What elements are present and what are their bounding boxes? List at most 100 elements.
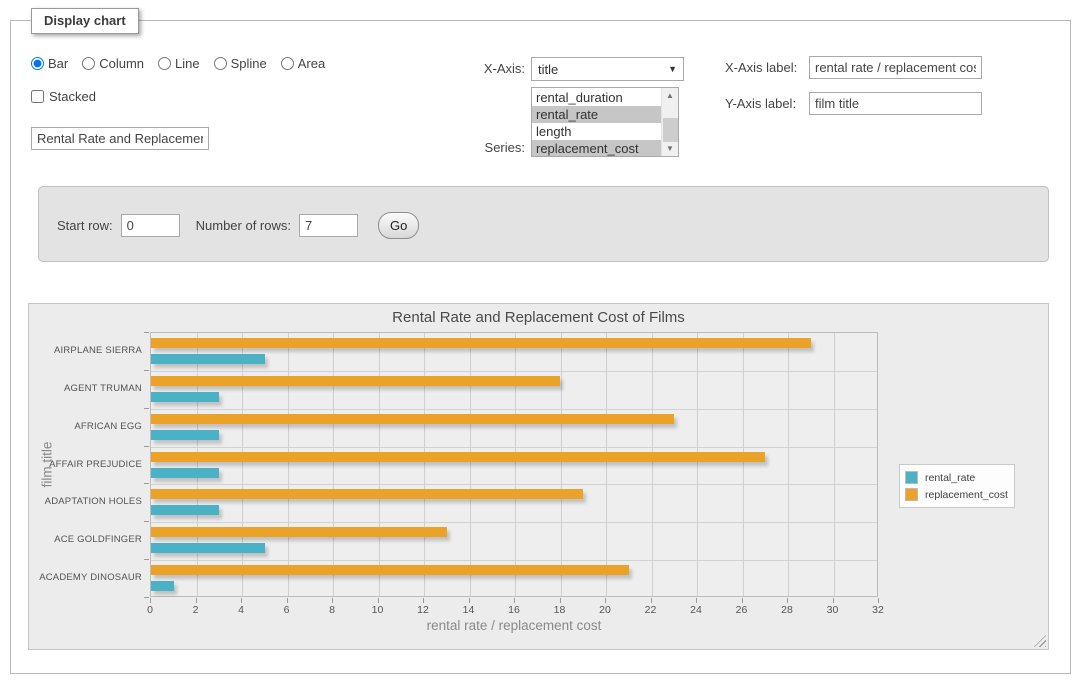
- y-axis-label-field-label: Y-Axis label:: [725, 96, 796, 111]
- grid-line-vertical: [333, 333, 334, 596]
- x-axis-tick: [605, 598, 606, 603]
- x-axis-tick-label: 14: [454, 604, 484, 616]
- row-range-form: Start row: Number of rows: Go: [57, 212, 419, 239]
- chart-bar-rental_rate: [151, 505, 219, 515]
- category-label: AFFAIR PREJUDICE: [30, 459, 142, 470]
- y-axis-tick: [144, 521, 149, 522]
- grid-line-vertical: [424, 333, 425, 596]
- legend-swatch-replacement_cost: [905, 488, 918, 501]
- grid-line-horizontal: [151, 522, 877, 523]
- x-axis-select-label: X-Axis:: [451, 61, 525, 76]
- legend-swatch-rental_rate: [905, 471, 918, 484]
- chart-type-label: Line: [175, 56, 200, 71]
- chart-type-option-column[interactable]: Column: [82, 56, 144, 71]
- scroll-down-icon[interactable]: ▼: [662, 141, 678, 156]
- y-axis-tick: [144, 408, 149, 409]
- start-row-input[interactable]: [121, 214, 180, 237]
- x-axis-label-field-label: X-Axis label:: [725, 60, 797, 75]
- grid-line-vertical: [379, 333, 380, 596]
- y-axis-label-input[interactable]: [809, 92, 982, 115]
- x-axis-label-input[interactable]: [809, 56, 982, 79]
- chart-bar-rental_rate: [151, 354, 265, 364]
- series-option-rental_duration[interactable]: rental_duration: [532, 89, 661, 106]
- chart-type-option-area[interactable]: Area: [281, 56, 325, 71]
- series-options: rental_durationrental_ratelengthreplacem…: [532, 88, 661, 156]
- grid-line-horizontal: [151, 447, 877, 448]
- chart-type-radio-spline[interactable]: [214, 57, 227, 70]
- series-option-replacement_cost[interactable]: replacement_cost: [532, 140, 661, 156]
- chart-bar-rental_rate: [151, 430, 219, 440]
- chart-type-label: Area: [298, 56, 325, 71]
- grid-line-horizontal: [151, 409, 877, 410]
- grid-line-vertical: [197, 333, 198, 596]
- fieldset-legend: Display chart: [31, 8, 139, 34]
- x-axis-tick: [332, 598, 333, 603]
- start-row-label: Start row:: [57, 218, 113, 233]
- stacked-checkbox[interactable]: [31, 90, 44, 103]
- category-label: ACADEMY DINOSAUR: [30, 572, 142, 583]
- chart-type-label: Spline: [231, 56, 267, 71]
- chart-type-radio-line[interactable]: [158, 57, 171, 70]
- series-multiselect[interactable]: rental_durationrental_ratelengthreplacem…: [531, 87, 679, 157]
- chart-plot-area: [150, 332, 878, 597]
- category-label: ACE GOLDFINGER: [30, 534, 142, 545]
- chart-type-option-line[interactable]: Line: [158, 56, 200, 71]
- x-axis-tick-label: 0: [135, 604, 165, 616]
- x-axis-tick: [241, 598, 242, 603]
- x-axis-tick-label: 8: [317, 604, 347, 616]
- x-axis-tick: [833, 598, 834, 603]
- chart-bar-replacement_cost: [151, 414, 674, 424]
- x-axis-tick-label: 18: [545, 604, 575, 616]
- x-axis-tick-label: 16: [499, 604, 529, 616]
- scrollbar-thumb[interactable]: [663, 118, 678, 142]
- grid-line-vertical: [288, 333, 289, 596]
- chart-bar-rental_rate: [151, 392, 219, 402]
- x-axis-selected-value: title: [538, 62, 668, 77]
- chart-bar-rental_rate: [151, 468, 219, 478]
- x-axis-tick-label: 24: [681, 604, 711, 616]
- chart-type-radio-group: Bar Column Line Spline Area: [31, 56, 333, 71]
- chart-title: Rental Rate and Replacement Cost of Film…: [29, 309, 1048, 326]
- grid-line-vertical: [743, 333, 744, 596]
- grid-line-vertical: [697, 333, 698, 596]
- grid-line-horizontal: [151, 484, 877, 485]
- resize-handle-icon[interactable]: [1034, 635, 1046, 647]
- x-axis-tick: [469, 598, 470, 603]
- x-axis-tick-label: 32: [863, 604, 893, 616]
- grid-line-vertical: [470, 333, 471, 596]
- num-rows-input[interactable]: [299, 214, 358, 237]
- chart-type-radio-bar[interactable]: [31, 57, 44, 70]
- y-axis-tick: [144, 370, 149, 371]
- x-axis-tick: [287, 598, 288, 603]
- y-axis-tick: [144, 559, 149, 560]
- grid-line-vertical: [561, 333, 562, 596]
- chart-bar-replacement_cost: [151, 527, 447, 537]
- go-button[interactable]: Go: [378, 212, 419, 239]
- x-axis-tick-label: 22: [636, 604, 666, 616]
- x-axis-title: rental rate / replacement cost: [150, 618, 878, 633]
- stacked-row: Stacked: [31, 89, 96, 104]
- stacked-label: Stacked: [49, 89, 96, 104]
- grid-line-vertical: [834, 333, 835, 596]
- grid-line-horizontal: [151, 371, 877, 372]
- x-axis-tick: [878, 598, 879, 603]
- chart-bar-rental_rate: [151, 543, 265, 553]
- num-rows-label: Number of rows:: [196, 218, 291, 233]
- chevron-down-icon: ▼: [668, 64, 677, 74]
- chart-type-option-bar[interactable]: Bar: [31, 56, 68, 71]
- x-axis-tick: [196, 598, 197, 603]
- chart-type-radio-column[interactable]: [82, 57, 95, 70]
- x-axis-select[interactable]: title ▼: [531, 57, 684, 81]
- series-option-length[interactable]: length: [532, 123, 661, 140]
- x-axis-tick-label: 10: [363, 604, 393, 616]
- series-option-rental_rate[interactable]: rental_rate: [532, 106, 661, 123]
- chart-title-input[interactable]: [31, 127, 209, 150]
- x-axis-tick-label: 26: [727, 604, 757, 616]
- x-axis-tick-label: 6: [272, 604, 302, 616]
- x-axis-tick: [560, 598, 561, 603]
- scroll-up-icon[interactable]: ▲: [662, 88, 678, 103]
- scrollbar[interactable]: ▲ ▼: [661, 88, 678, 156]
- chart-type-option-spline[interactable]: Spline: [214, 56, 267, 71]
- x-axis-tick: [423, 598, 424, 603]
- chart-type-radio-area[interactable]: [281, 57, 294, 70]
